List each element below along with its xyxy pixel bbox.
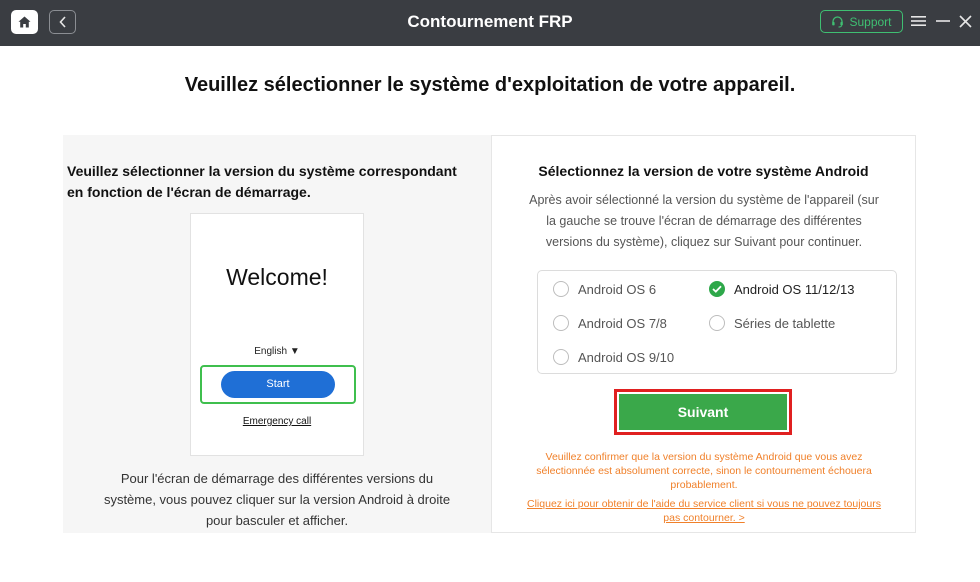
next-button[interactable]: Suivant — [619, 394, 787, 430]
close-button[interactable] — [955, 9, 975, 33]
left-panel-title-line: en fonction de l'écran de démarrage. — [67, 184, 311, 200]
help-link-line[interactable]: pas contourner. > — [504, 511, 904, 525]
menu-icon — [910, 16, 926, 26]
phone-screen-preview: Welcome! English ▼ Start Emergency call — [190, 213, 364, 456]
os-option-android-11-12-13[interactable]: Android OS 11/12/13 — [709, 281, 854, 297]
headset-icon — [832, 16, 844, 28]
warning-line: sélectionnée est absolument correcte, si… — [536, 465, 872, 477]
right-panel-title: Sélectionnez la version de votre système… — [538, 163, 869, 179]
os-option-label: Android OS 11/12/13 — [734, 281, 855, 297]
customer-service-help-link[interactable]: Cliquez ici pour obtenir de l'aide du se… — [504, 497, 904, 525]
left-note-line: système, vous pouvez cliquer sur la vers… — [103, 492, 451, 507]
os-option-tablet-series[interactable]: Séries de tablette — [709, 315, 835, 331]
os-version-panel: Sélectionnez la version de votre système… — [491, 135, 916, 533]
preview-start-button: Start — [221, 371, 335, 398]
page-heading: Veuillez sélectionner le système d'explo… — [184, 74, 796, 96]
radio-unchecked-icon — [553, 281, 569, 297]
right-panel-description: Après avoir sélectionné la version du sy… — [510, 190, 898, 253]
left-note-line: Pour l'écran de démarrage des différente… — [120, 471, 434, 486]
left-note-line: pour basculer et afficher. — [205, 513, 349, 528]
description-line: versions du système), cliquez sur Suivan… — [545, 235, 863, 249]
help-link-line[interactable]: Cliquez ici pour obtenir de l'aide du se… — [504, 497, 904, 511]
welcome-text: Welcome! — [226, 264, 328, 290]
close-icon — [958, 14, 972, 28]
language-selector: English ▼ — [254, 346, 300, 357]
emergency-call-link: Emergency call — [242, 416, 312, 427]
os-options-group: Android OS 6 Android OS 11/12/13 Android… — [537, 270, 897, 374]
left-panel-title: Veuillez sélectionner la version du syst… — [67, 161, 491, 203]
support-button[interactable]: Support — [820, 10, 903, 33]
description-line: la gauche se trouve l'écran de démarrage… — [546, 214, 862, 228]
radio-unchecked-icon — [553, 315, 569, 331]
menu-button[interactable] — [908, 9, 928, 33]
os-option-android-9-10[interactable]: Android OS 9/10 — [553, 349, 674, 365]
warning-line: Veuillez confirmer que la version du sys… — [545, 451, 863, 463]
next-button-highlight: Suivant — [614, 389, 792, 435]
os-option-android-6[interactable]: Android OS 6 — [553, 281, 656, 297]
minimize-button[interactable] — [933, 9, 953, 33]
description-line: Après avoir sélectionné la version du sy… — [529, 193, 879, 207]
radio-unchecked-icon — [709, 315, 725, 331]
left-panel-note: Pour l'écran de démarrage des différente… — [87, 468, 467, 531]
warning-text: Veuillez confirmer que la version du sys… — [504, 450, 904, 492]
minimize-icon — [936, 20, 950, 22]
os-option-android-7-8[interactable]: Android OS 7/8 — [553, 315, 667, 331]
os-option-label: Séries de tablette — [734, 315, 836, 331]
check-icon — [709, 281, 725, 297]
radio-unchecked-icon — [553, 349, 569, 365]
warning-line: probablement. — [670, 479, 738, 491]
boot-screen-preview-panel: Veuillez sélectionner la version du syst… — [63, 135, 491, 533]
left-panel-title-line: Veuillez sélectionner la version du syst… — [67, 163, 457, 179]
start-highlight-frame: Start — [200, 365, 356, 404]
os-option-label: Android OS 6 — [578, 281, 657, 297]
support-label: Support — [849, 14, 892, 29]
title-bar: Contournement FRP Support — [0, 0, 980, 46]
os-option-label: Android OS 7/8 — [578, 315, 667, 331]
os-option-label: Android OS 9/10 — [578, 349, 675, 365]
